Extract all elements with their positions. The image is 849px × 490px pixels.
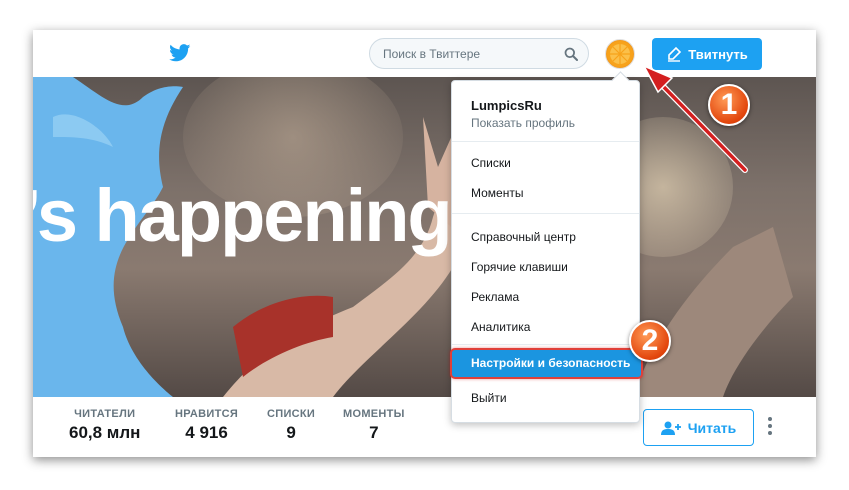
callout-badge-1: 1: [708, 84, 750, 126]
callout-badge-2: 2: [629, 320, 671, 362]
annotation-arrow: [642, 64, 748, 173]
